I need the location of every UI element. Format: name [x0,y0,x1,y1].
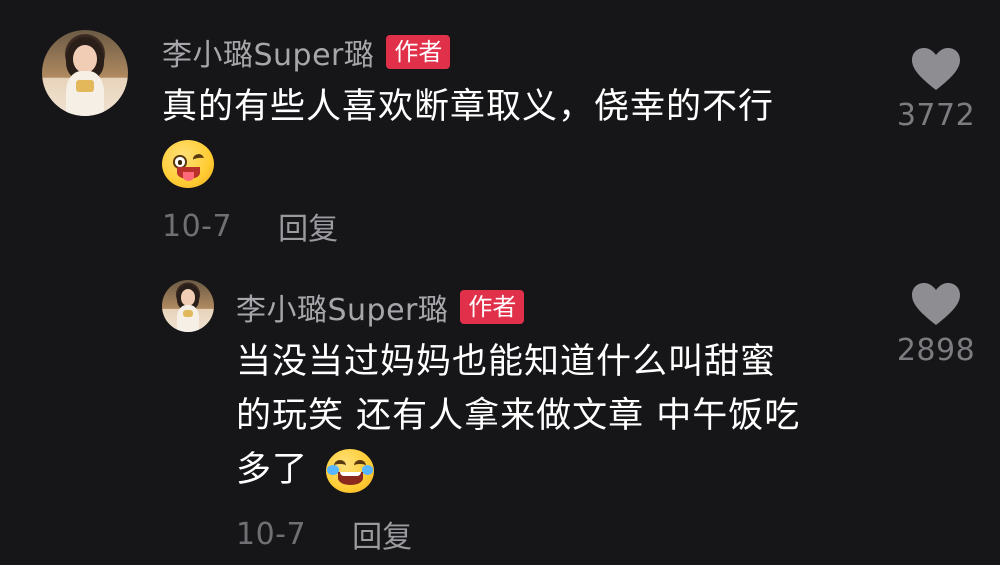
username[interactable]: 李小璐Super璐 [236,285,448,329]
like-control[interactable]: 2898 [891,283,981,368]
heart-icon[interactable] [912,283,960,327]
comment-text-line: 当没当过妈妈也能知道什么叫甜蜜 [236,342,777,382]
avatar[interactable] [42,30,128,116]
like-control[interactable]: 3772 [891,48,981,133]
username[interactable]: 李小璐Super璐 [162,30,374,74]
comment-date: 10-7 [162,208,233,244]
comment-date: 10-7 [236,516,307,552]
tears-of-joy-emoji-icon [326,449,375,493]
author-badge: 作者 [386,35,451,69]
comment-meta: 10-7 回复 [162,204,338,248]
author-badge: 作者 [460,290,525,324]
heart-icon[interactable] [912,48,960,92]
like-count: 2898 [896,333,976,368]
reply-button[interactable]: 回复 [278,204,338,248]
avatar[interactable] [162,280,214,332]
comment-text-line: 真的有些人喜欢断章取义，侥幸的不行 [162,87,775,127]
comment-header: 李小璐Super璐 作者 [162,30,451,74]
winking-tongue-emoji-icon [162,140,214,188]
like-count: 3772 [896,98,976,133]
comment-meta: 10-7 回复 [236,512,412,556]
reply-button[interactable]: 回复 [352,512,412,556]
comment-text: 真的有些人喜欢断章取义，侥幸的不行 [162,80,862,188]
comment-header: 李小璐Super璐 作者 [236,285,525,329]
comment-text-line: 多了 [236,450,309,490]
comment-text-line: 的玩笑 还有人拿来做文章 中午饭吃 [236,396,801,436]
comment-text: 当没当过妈妈也能知道什么叫甜蜜 的玩笑 还有人拿来做文章 中午饭吃 多了 [236,335,876,497]
